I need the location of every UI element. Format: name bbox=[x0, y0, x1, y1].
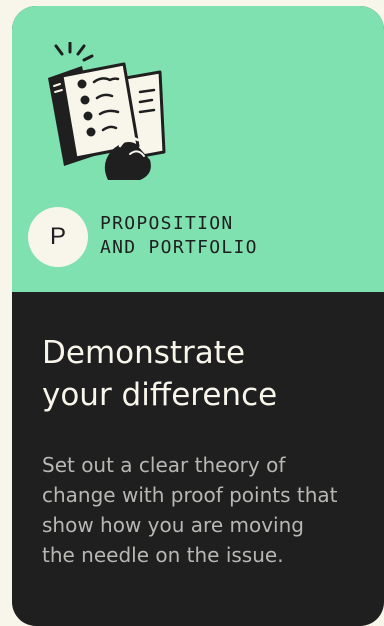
hand-holding-papers-icon bbox=[48, 42, 166, 180]
card-description: Set out a clear theory of change with pr… bbox=[42, 450, 376, 570]
category-badge: P bbox=[28, 207, 88, 267]
description-line-1: Set out a clear theory of bbox=[42, 453, 286, 477]
description-line-4: the needle on the issue. bbox=[42, 543, 284, 567]
badge-letter: P bbox=[49, 223, 66, 250]
proposition-card[interactable]: P PROPOSITION AND PORTFOLIO Demonstrate … bbox=[12, 6, 384, 626]
card-header: P PROPOSITION AND PORTFOLIO bbox=[12, 6, 384, 292]
card-title: Demonstrate your difference bbox=[42, 332, 362, 416]
card-title-line-2: your difference bbox=[42, 377, 278, 413]
card-title-line-1: Demonstrate bbox=[42, 335, 246, 371]
category-label: PROPOSITION AND PORTFOLIO bbox=[100, 212, 340, 260]
category-line-2: AND PORTFOLIO bbox=[100, 237, 258, 258]
description-line-2: change with proof points that bbox=[42, 483, 338, 507]
description-line-3: show how you are moving bbox=[42, 513, 304, 537]
category-line-1: PROPOSITION bbox=[100, 213, 234, 234]
